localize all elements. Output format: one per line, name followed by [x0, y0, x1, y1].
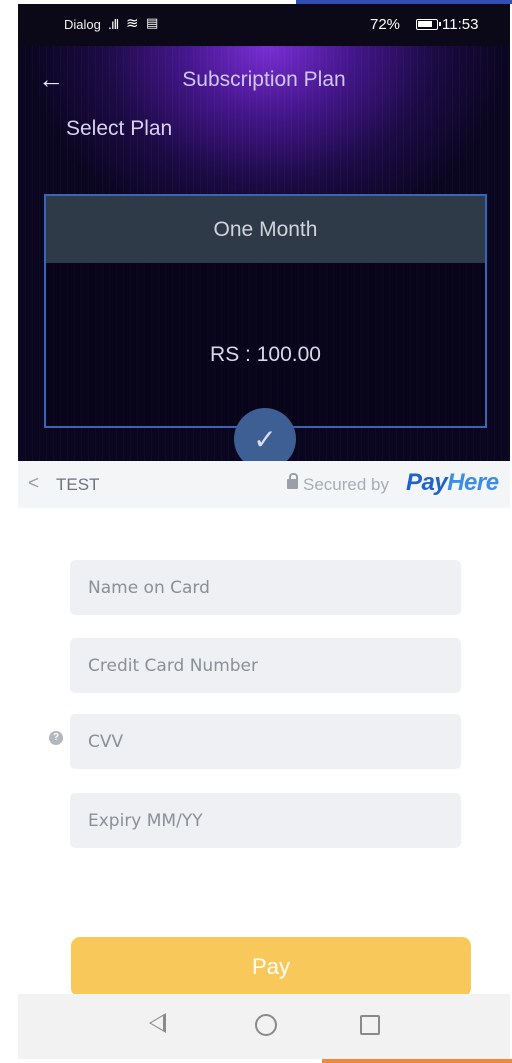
- battery-icon: [416, 19, 441, 30]
- phone-screen: Dialog .ıll ≋ ▤ 72% 11:53 ← Subscription…: [18, 4, 510, 1059]
- payment-sheet: < TEST Secured by PayHere ? Pay: [18, 461, 510, 1001]
- battery-percentage: 72%: [370, 16, 401, 33]
- carrier-name: Dialog: [64, 17, 101, 32]
- secured-by-text: Secured by: [303, 475, 389, 494]
- navigation-bar: [18, 994, 510, 1059]
- section-label: Select Plan: [66, 117, 173, 140]
- nav-recent-apps-icon[interactable]: [360, 1015, 380, 1035]
- pay-button[interactable]: Pay: [71, 937, 471, 997]
- plan-price: RS : 100.00: [210, 343, 321, 366]
- data-saver-icon: ▤: [146, 15, 159, 30]
- signal-icon: .ıll: [108, 16, 119, 32]
- expiry-input[interactable]: [70, 793, 461, 848]
- wifi-icon: ≋: [126, 15, 139, 32]
- help-icon[interactable]: ?: [49, 731, 63, 745]
- status-bar: Dialog .ıll ≋ ▤ 72% 11:53: [18, 4, 510, 46]
- cvv-input[interactable]: [70, 714, 461, 769]
- name-on-card-input[interactable]: [70, 560, 461, 615]
- payment-header: < TEST Secured by PayHere: [18, 461, 510, 508]
- plan-name: One Month: [46, 196, 485, 263]
- brand-part-1: Pay: [406, 469, 448, 496]
- payhere-logo: PayHere: [406, 469, 499, 497]
- page-title: Subscription Plan: [182, 68, 346, 91]
- lock-icon: [287, 473, 298, 489]
- subscription-screen: Dialog .ıll ≋ ▤ 72% 11:53 ← Subscription…: [18, 4, 510, 461]
- chevron-left-icon[interactable]: <: [28, 473, 39, 495]
- nav-back-icon[interactable]: [149, 1013, 166, 1033]
- clock: 11:53: [442, 16, 479, 33]
- nav-home-icon[interactable]: [255, 1014, 277, 1036]
- merchant-label: TEST: [56, 475, 100, 494]
- brand-part-2: Here: [447, 469, 499, 496]
- card-number-input[interactable]: [70, 638, 461, 693]
- bottom-accent-line: [322, 1059, 512, 1063]
- check-icon: ✓: [234, 408, 296, 461]
- plan-card-one-month[interactable]: One Month RS : 100.00: [44, 194, 487, 428]
